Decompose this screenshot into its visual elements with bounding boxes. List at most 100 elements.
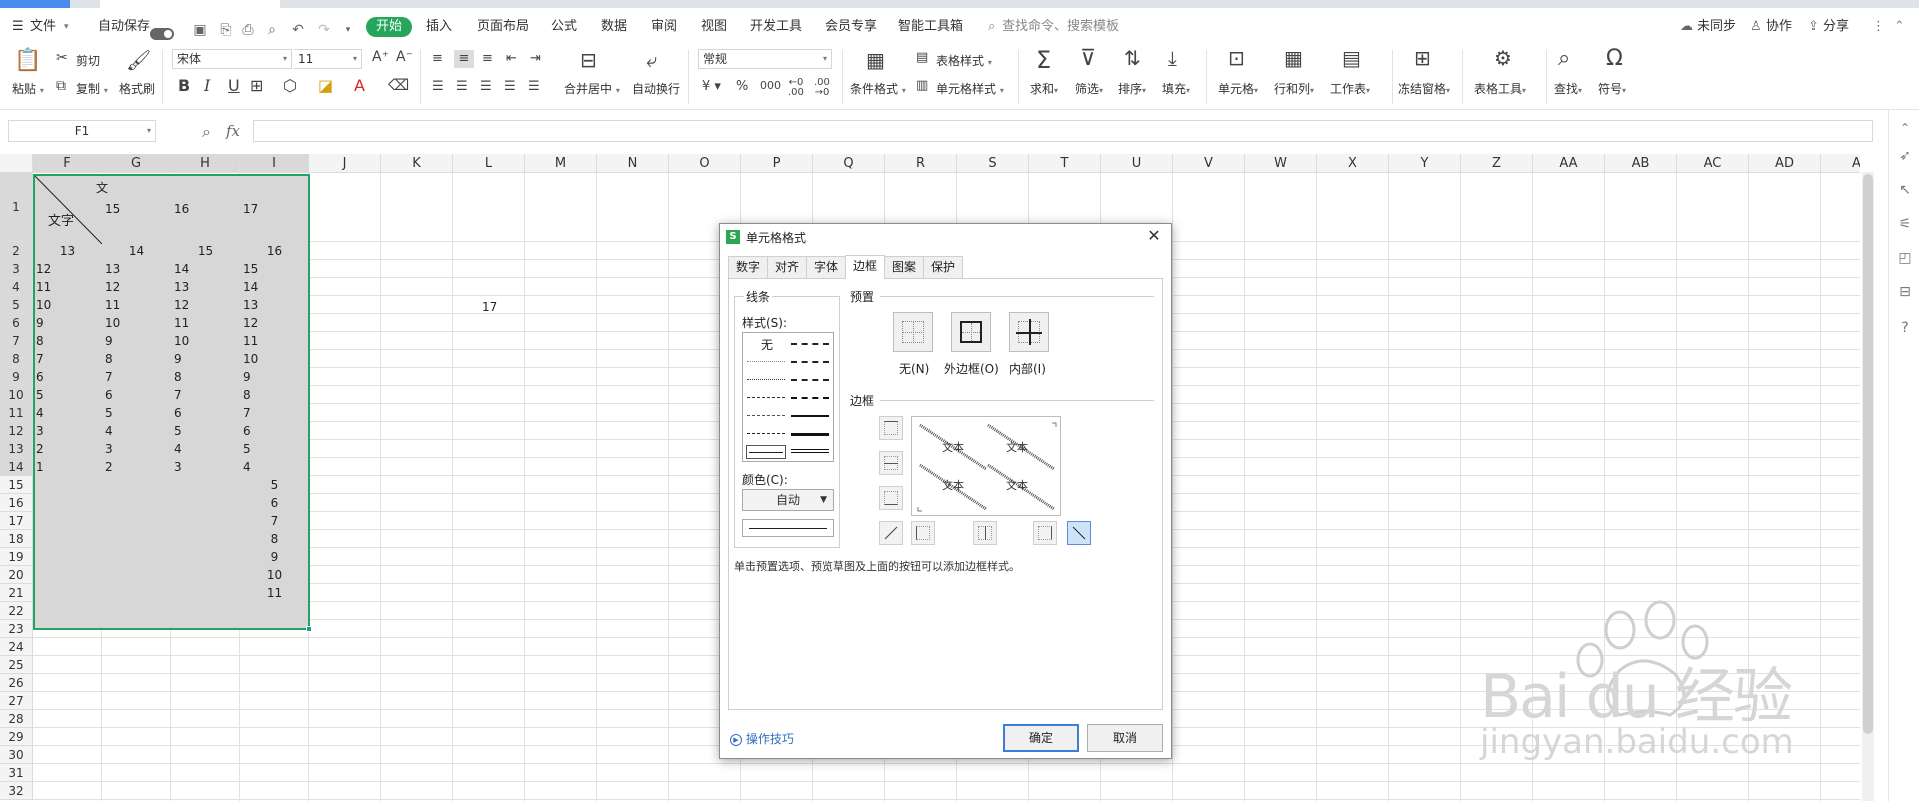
tab-review[interactable]: 审阅 <box>651 17 677 37</box>
zoom-icon[interactable]: ⌕ <box>202 122 211 142</box>
sync-status[interactable]: 未同步 <box>1697 17 1736 37</box>
help-icon[interactable]: ? <box>1897 320 1913 336</box>
save-icon[interactable]: ▣ <box>192 22 208 38</box>
line-style-dash-dot[interactable] <box>747 415 785 416</box>
line-style-medium-dash-dot-dot[interactable] <box>791 343 829 345</box>
column-header[interactable]: Q <box>813 154 885 173</box>
row-header[interactable]: 23 <box>0 620 33 638</box>
align-middle-icon[interactable]: ≡ <box>454 50 474 68</box>
underline-icon[interactable]: U <box>228 78 240 94</box>
share-button[interactable]: 分享 <box>1823 17 1849 37</box>
row-header[interactable]: 30 <box>0 746 33 764</box>
row-header[interactable]: 11 <box>0 404 33 422</box>
decrease-font-icon[interactable]: A⁻ <box>396 50 413 64</box>
row-header[interactable]: 26 <box>0 674 33 692</box>
row-header[interactable]: 21 <box>0 584 33 602</box>
row-header[interactable]: 31 <box>0 764 33 782</box>
row-header[interactable]: 27 <box>0 692 33 710</box>
row-header[interactable]: 12 <box>0 422 33 440</box>
preset-inside-button[interactable] <box>1009 312 1049 352</box>
table-tools-button[interactable]: 表格工具▾ <box>1474 80 1526 97</box>
print-icon[interactable]: ⎙ <box>240 22 256 38</box>
align-center-icon[interactable]: ☰ <box>456 80 468 93</box>
column-header[interactable]: Y <box>1389 154 1461 173</box>
column-header[interactable]: I <box>240 154 309 173</box>
border-inner-horizontal-button[interactable] <box>879 451 903 475</box>
tab-border[interactable]: 边框 <box>845 255 885 279</box>
row-header[interactable]: 3 <box>0 260 33 278</box>
row-header[interactable]: 9 <box>0 368 33 386</box>
row-header[interactable]: 29 <box>0 728 33 746</box>
tab-protection[interactable]: 保护 <box>923 256 963 278</box>
line-style-dash-dot-dot[interactable] <box>747 397 785 398</box>
column-header[interactable]: O <box>669 154 741 173</box>
line-style-hair[interactable] <box>747 361 785 362</box>
row-header[interactable]: 15 <box>0 476 33 494</box>
copy-button[interactable]: 复制 ▾ <box>76 80 108 97</box>
increase-font-icon[interactable]: A⁺ <box>372 50 389 64</box>
column-header[interactable]: Z <box>1461 154 1533 173</box>
column-header[interactable]: L <box>453 154 525 173</box>
name-box[interactable]: F1 ▾ <box>8 120 156 142</box>
filter-button[interactable]: 筛选▾ <box>1075 80 1103 97</box>
freeze-panes-button[interactable]: 冻结窗格▾ <box>1398 80 1450 97</box>
collapse-up-icon[interactable]: ⌃ <box>1897 120 1913 136</box>
align-top-icon[interactable]: ≡ <box>432 52 443 65</box>
fill-color-icon[interactable]: ◪ <box>318 78 333 94</box>
row-header[interactable]: 20 <box>0 566 33 584</box>
border-left-button[interactable] <box>911 521 935 545</box>
line-style-medium-dash-dot[interactable] <box>791 379 829 381</box>
font-color-icon[interactable]: A <box>354 78 365 94</box>
line-style-slant-dash-dot[interactable] <box>791 361 829 363</box>
command-search[interactable]: 查找命令、搜索模板 <box>1002 17 1119 37</box>
sum-button[interactable]: 求和▾ <box>1030 80 1058 97</box>
column-header[interactable]: H <box>171 154 240 173</box>
indent-decrease-icon[interactable]: ⇤ <box>506 52 517 65</box>
tab-home[interactable]: 开始 <box>366 17 413 37</box>
row-header[interactable]: 28 <box>0 710 33 728</box>
line-style-thick[interactable] <box>791 433 829 436</box>
shape-icon[interactable]: ◰ <box>1897 250 1913 266</box>
percent-icon[interactable]: % <box>736 80 748 93</box>
row-header[interactable]: 17 <box>0 512 33 530</box>
cell-style-button[interactable]: 单元格样式 ▾ <box>936 80 1004 97</box>
column-header[interactable]: F <box>33 154 102 173</box>
column-header[interactable]: A <box>1821 154 1860 173</box>
font-name-select[interactable]: 宋体 ▾ <box>172 49 292 69</box>
column-header[interactable]: AC <box>1677 154 1749 173</box>
preset-outline-button[interactable] <box>951 312 991 352</box>
quick-access-more-icon[interactable]: ▾ <box>340 22 356 38</box>
column-header[interactable]: S <box>957 154 1029 173</box>
column-header[interactable]: R <box>885 154 957 173</box>
column-header[interactable]: J <box>309 154 381 173</box>
indent-increase-icon[interactable]: ⇥ <box>530 52 541 65</box>
undo-icon[interactable]: ↶ <box>290 22 306 38</box>
tab-developer[interactable]: 开发工具 <box>750 17 802 37</box>
tab-member[interactable]: 会员专享 <box>825 17 877 37</box>
worksheet-button[interactable]: 工作表▾ <box>1330 80 1370 97</box>
line-style-dashed[interactable] <box>747 433 785 434</box>
collapse-icon[interactable]: ⌃ <box>1894 17 1905 37</box>
sort-button[interactable]: 排序▾ <box>1118 80 1146 97</box>
row-header[interactable]: 2 <box>0 242 33 260</box>
cut-button[interactable]: 剪切 <box>76 52 100 69</box>
column-header[interactable]: T <box>1029 154 1101 173</box>
vertical-scrollbar[interactable] <box>1862 172 1874 801</box>
tab-alignment[interactable]: 对齐 <box>767 256 807 278</box>
cell-button[interactable]: 单元格▾ <box>1218 80 1258 97</box>
autosave-toggle[interactable] <box>150 28 174 40</box>
tab-number[interactable]: 数字 <box>728 256 768 278</box>
increase-decimal-icon[interactable]: ←0.00 <box>788 78 804 98</box>
border-inner-vertical-button[interactable] <box>973 521 997 545</box>
border-diagonal-up-button[interactable] <box>879 521 903 545</box>
tab-insert[interactable]: 插入 <box>426 17 452 37</box>
ok-button[interactable]: 确定 <box>1003 724 1079 752</box>
justify-icon[interactable]: ☰ <box>504 80 516 93</box>
active-window-tab[interactable] <box>0 0 70 8</box>
hamburger-icon[interactable]: ☰ <box>12 17 24 37</box>
formula-input[interactable] <box>253 120 1873 142</box>
border-preview[interactable]: 文本 文本 文本 文本 <box>911 416 1061 516</box>
cursor-icon[interactable]: ↖ <box>1897 182 1913 198</box>
merge-center-button[interactable]: 合并居中 ▾ <box>564 80 620 97</box>
line-style-list[interactable]: 无 <box>742 332 834 462</box>
